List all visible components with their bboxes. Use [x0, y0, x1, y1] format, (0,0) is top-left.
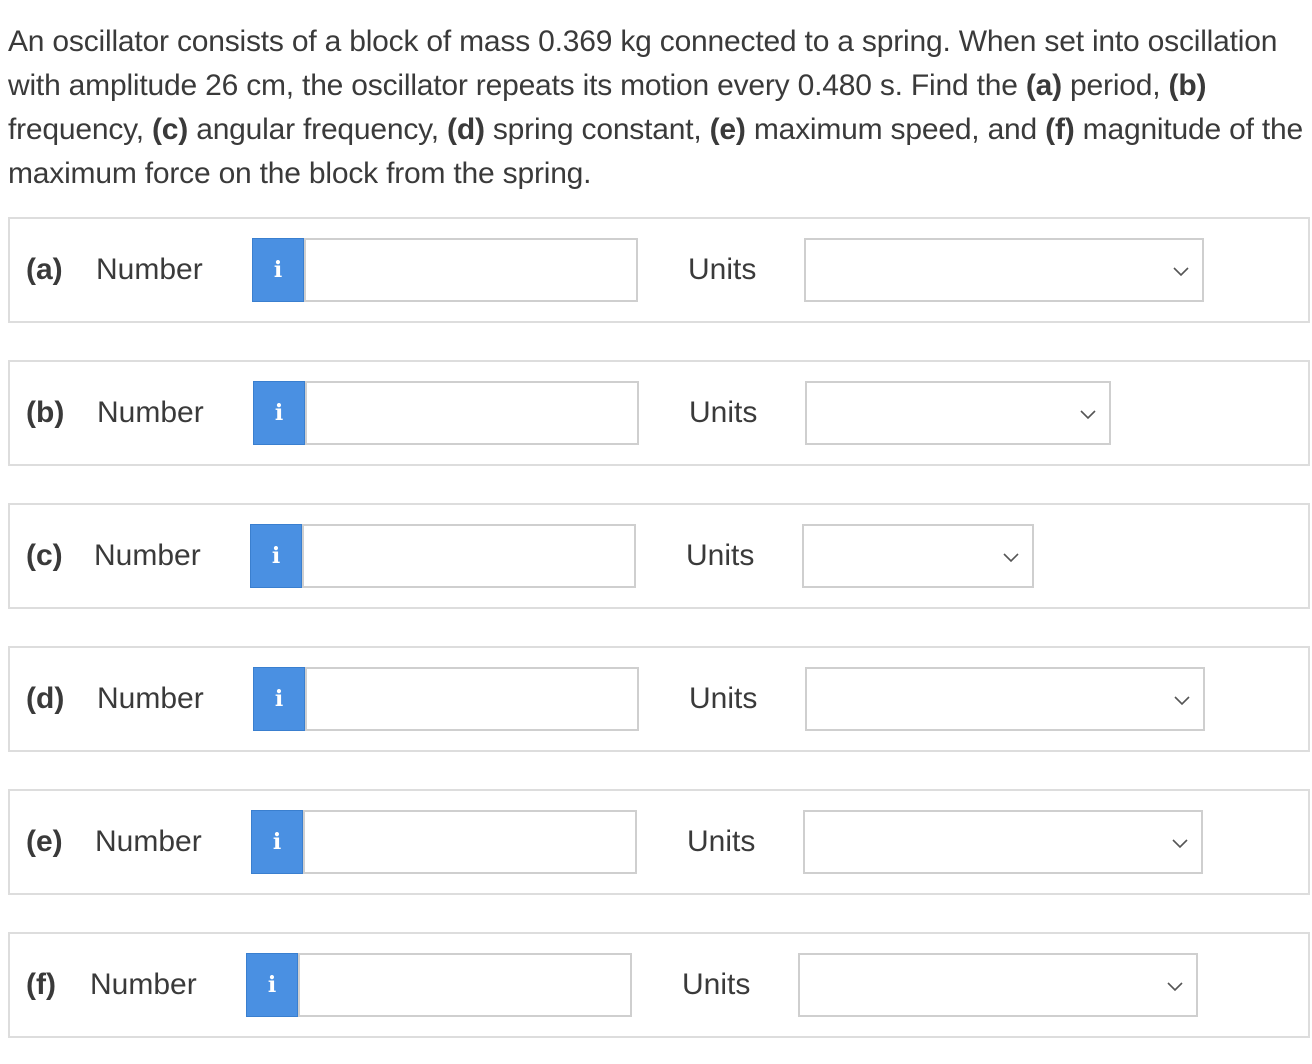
- number-input-e[interactable]: [303, 810, 637, 874]
- question-seg-bold: (f): [1045, 113, 1075, 146]
- number-input-f[interactable]: [298, 953, 632, 1017]
- chevron-down-icon: [1173, 267, 1189, 277]
- number-label-e: Number: [95, 825, 202, 858]
- units-label-f: Units: [682, 968, 751, 1001]
- chevron-down-icon: [1174, 696, 1190, 706]
- part-label-d: (d): [26, 682, 65, 715]
- units-select-a[interactable]: [804, 238, 1204, 302]
- info-icon[interactable]: i: [251, 810, 303, 874]
- units-label-d: Units: [689, 682, 758, 715]
- part-label-b: (b): [26, 396, 65, 429]
- question-seg: spring constant,: [484, 113, 710, 146]
- answer-row-d: (d) Number i Units: [8, 646, 1310, 752]
- number-input-d[interactable]: [305, 667, 639, 731]
- units-label-e: Units: [687, 825, 756, 858]
- chevron-down-icon: [1003, 553, 1019, 563]
- units-label-b: Units: [689, 396, 758, 429]
- part-label-a: (a): [26, 253, 63, 286]
- question-seg-bold: (a): [1025, 69, 1062, 102]
- answer-row-f: (f) Number i Units: [8, 932, 1310, 1038]
- chevron-down-icon: [1167, 982, 1183, 992]
- number-label-f: Number: [90, 968, 197, 1001]
- answer-row-c: (c) Number i Units: [8, 503, 1310, 609]
- answer-row-e: (e) Number i Units: [8, 789, 1310, 895]
- units-select-e[interactable]: [803, 810, 1203, 874]
- info-icon[interactable]: i: [253, 381, 305, 445]
- info-icon[interactable]: i: [252, 238, 304, 302]
- units-select-b[interactable]: [805, 381, 1111, 445]
- answer-row-b: (b) Number i Units: [8, 360, 1310, 466]
- info-icon[interactable]: i: [253, 667, 305, 731]
- part-label-e: (e): [26, 825, 63, 858]
- units-select-f[interactable]: [798, 953, 1198, 1017]
- number-input-b[interactable]: [305, 381, 639, 445]
- question-seg-bold: (d): [447, 113, 485, 146]
- question-seg: angular frequency,: [188, 113, 448, 146]
- number-label-d: Number: [97, 682, 204, 715]
- part-label-c: (c): [26, 539, 63, 572]
- question-seg: frequency,: [8, 113, 152, 146]
- answer-row-a: (a) Number i Units: [8, 217, 1310, 323]
- question-seg: maximum speed, and: [745, 113, 1046, 146]
- units-select-d[interactable]: [805, 667, 1205, 731]
- number-input-a[interactable]: [304, 238, 638, 302]
- number-label-b: Number: [97, 396, 204, 429]
- question-seg-bold: (b): [1168, 69, 1207, 102]
- number-label-c: Number: [94, 539, 201, 572]
- units-label-c: Units: [686, 539, 755, 572]
- chevron-down-icon: [1172, 839, 1188, 849]
- number-input-c[interactable]: [302, 524, 636, 588]
- part-label-f: (f): [26, 968, 56, 1001]
- units-label-a: Units: [688, 253, 757, 286]
- info-icon[interactable]: i: [246, 953, 298, 1017]
- question-seg: period,: [1061, 69, 1169, 102]
- chevron-down-icon: [1080, 410, 1096, 420]
- info-icon[interactable]: i: [250, 524, 302, 588]
- number-label-a: Number: [96, 253, 203, 286]
- question-text: An oscillator consists of a block of mas…: [8, 20, 1304, 196]
- question-seg-bold: (c): [152, 113, 189, 146]
- units-select-c[interactable]: [802, 524, 1034, 588]
- question-seg-bold: (e): [709, 113, 746, 146]
